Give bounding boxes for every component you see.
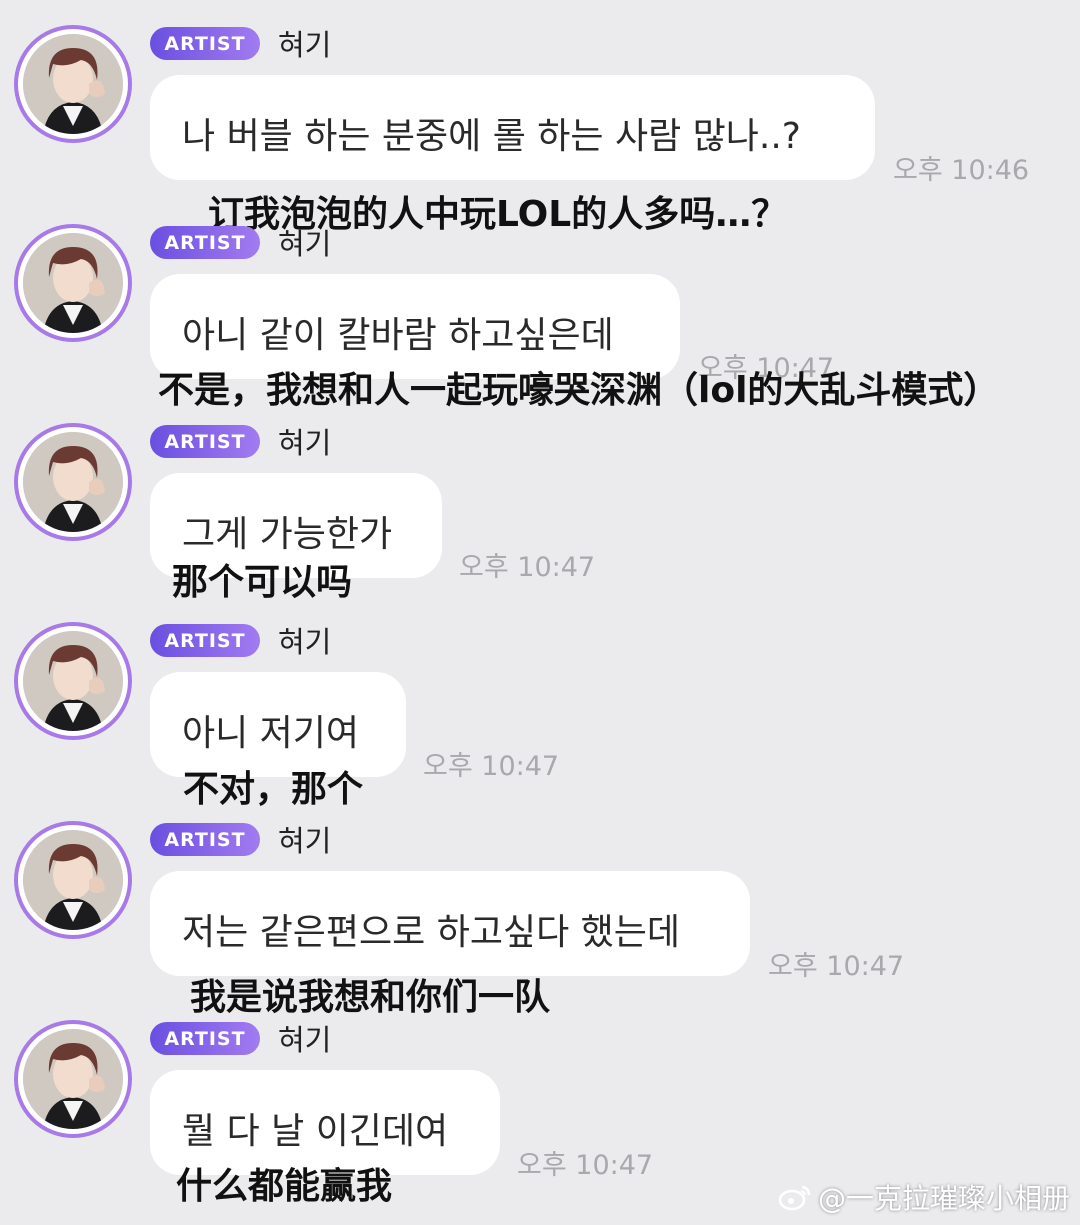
sender-name: 혀기 bbox=[278, 227, 332, 261]
message-bubble[interactable]: 나 버블 하는 분중에 롤 하는 사람 많나..? bbox=[150, 75, 875, 180]
message-time: 오후 10:47 bbox=[768, 951, 905, 982]
sender-name: 혀기 bbox=[278, 28, 332, 62]
avatar[interactable] bbox=[14, 622, 132, 740]
message-time: 오후 10:47 bbox=[423, 751, 560, 782]
sender-name: 혀기 bbox=[278, 824, 332, 858]
artist-badge: ARTIST bbox=[150, 27, 260, 60]
chat-message: ARTIST 혀기 아니 저기여 오후 10:47 不对，那个 bbox=[0, 597, 1080, 810]
artist-badge: ARTIST bbox=[150, 1022, 260, 1055]
avatar[interactable] bbox=[14, 1020, 132, 1138]
sender-name: 혀기 bbox=[278, 625, 332, 659]
message-time: 오후 10:47 bbox=[459, 552, 596, 583]
message-bubble[interactable]: 저는 같은편으로 하고싶다 했는데 bbox=[150, 871, 750, 976]
artist-badge: ARTIST bbox=[150, 624, 260, 657]
message-time: 오후 10:46 bbox=[893, 155, 1030, 186]
artist-badge: ARTIST bbox=[150, 425, 260, 458]
translation-text: 什么都能赢我 bbox=[176, 1166, 393, 1207]
chat-message: ARTIST 혀기 뭘 다 날 이긴데여 오후 10:47 什么都能赢我 bbox=[0, 995, 1080, 1207]
avatar[interactable] bbox=[14, 25, 132, 143]
watermark-text: @一克拉璀璨小相册 bbox=[817, 1182, 1070, 1215]
watermark: @一克拉璀璨小相册 bbox=[778, 1177, 1070, 1217]
weibo-icon bbox=[778, 1185, 811, 1211]
message-time: 오후 10:47 bbox=[517, 1150, 654, 1181]
chat-message: ARTIST 혀기 아니 같이 칼바람 하고싶은데 오후 10:47 不是，我想… bbox=[0, 199, 1080, 411]
chat-message: ARTIST 혀기 저는 같은편으로 하고싶다 했는데 오후 10:47 我是说… bbox=[0, 796, 1080, 1018]
sender-name: 혀기 bbox=[278, 426, 332, 460]
sender-name: 혀기 bbox=[278, 1023, 332, 1057]
artist-badge: ARTIST bbox=[150, 823, 260, 856]
chat-message: ARTIST 혀기 나 버블 하는 분중에 롤 하는 사람 많나..? 오후 1… bbox=[0, 0, 1080, 235]
avatar[interactable] bbox=[14, 821, 132, 939]
chat-message: ARTIST 혀기 그게 가능한가 오후 10:47 那个可以吗 bbox=[0, 398, 1080, 603]
avatar[interactable] bbox=[14, 423, 132, 541]
artist-badge: ARTIST bbox=[150, 226, 260, 259]
avatar[interactable] bbox=[14, 224, 132, 342]
